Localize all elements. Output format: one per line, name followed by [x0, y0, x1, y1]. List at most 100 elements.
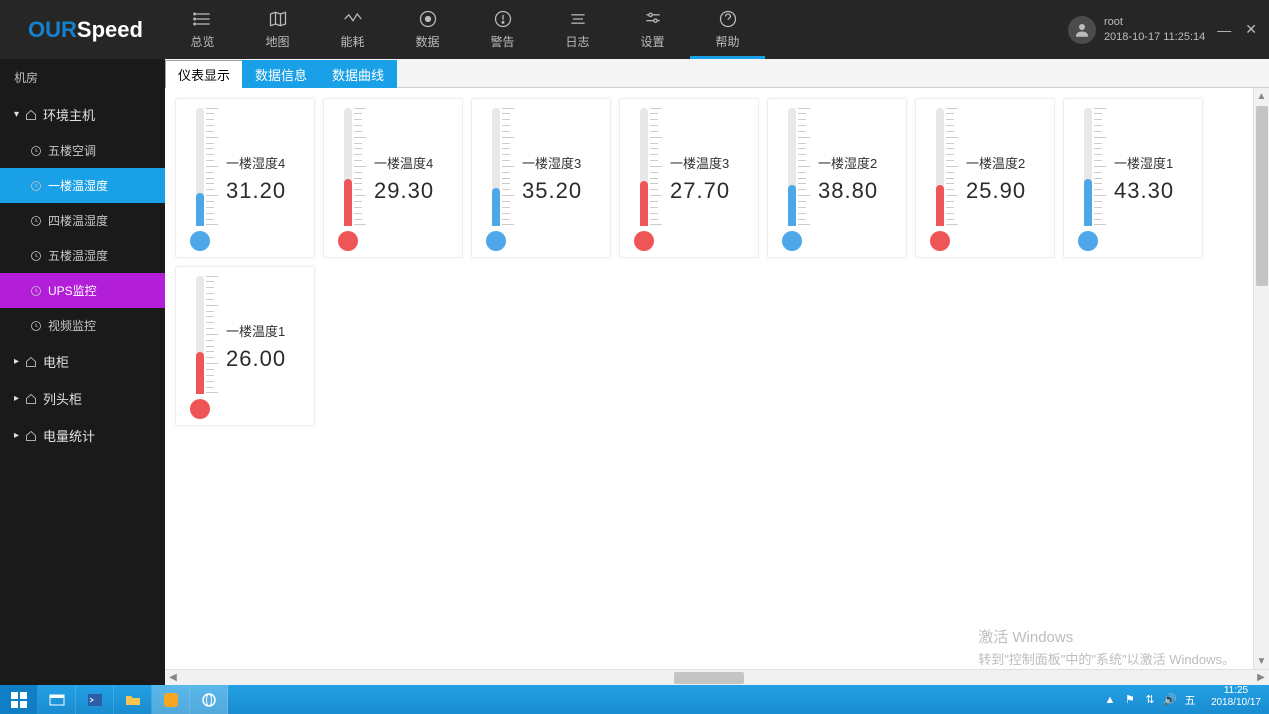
- nav-data[interactable]: 数据: [390, 0, 465, 59]
- tray-icon[interactable]: ▲: [1103, 693, 1117, 707]
- clock-icon: [30, 145, 42, 157]
- top-nav: 总览地图 能耗 数据 警告日志 设置 帮助: [165, 0, 765, 59]
- gauge-label: 一楼温度4: [374, 153, 456, 172]
- taskbar-clock[interactable]: 11:25 2018/10/17: [1203, 685, 1269, 714]
- logo-part1: OUR: [28, 17, 77, 43]
- top-bar: OURSpeed 总览地图 能耗 数据 警告日志 设置 帮助 root 2018-10-1…: [0, 0, 1269, 59]
- nav-label: 地图: [265, 33, 289, 50]
- sidebar-group[interactable]: ▸电柜: [0, 343, 165, 380]
- sidebar-group[interactable]: ▸ 电量统计: [0, 417, 165, 454]
- scroll-up-icon[interactable]: ▲: [1257, 88, 1267, 104]
- home-icon: [25, 430, 37, 442]
- gauge-card: 一楼湿度431.20: [175, 98, 315, 258]
- hscroll-track[interactable]: [181, 670, 1253, 685]
- gauge-card: 一楼温度225.90: [915, 98, 1055, 258]
- watermark-line1: 激活 Windows: [978, 627, 1235, 650]
- alarm-icon: [493, 9, 513, 29]
- gauge-card: 一楼温度429.30: [323, 98, 463, 258]
- sidebar: 机房 ▾环境主机五楼空调一楼温湿度四楼温湿度五楼温湿度UPS监控视频监控▸电柜▸…: [0, 59, 165, 685]
- map-icon: [268, 9, 288, 29]
- nav-energy[interactable]: 能耗: [315, 0, 390, 59]
- sidebar-group[interactable]: ▸列头柜: [0, 380, 165, 417]
- sidebar-item-th4[interactable]: 四楼温湿度: [0, 203, 165, 238]
- taskbar-app-files[interactable]: [114, 685, 152, 714]
- thermometer-icon: [182, 106, 222, 251]
- clock-icon: [30, 250, 42, 262]
- minimize-button[interactable]: —: [1217, 21, 1231, 38]
- clock-icon: [30, 215, 42, 227]
- nav-label: 数据: [415, 33, 439, 50]
- gauge-card: 一楼温度126.00: [175, 266, 315, 426]
- nav-label: 能耗: [340, 33, 364, 50]
- vscroll-track[interactable]: [1254, 104, 1269, 653]
- nav-label: 设置: [640, 33, 664, 50]
- horizontal-scrollbar[interactable]: ◀ ▶: [165, 669, 1269, 685]
- windows-watermark: 激活 Windows 转到"控制面板"中的"系统"以激活 Windows。: [978, 627, 1235, 669]
- tab-gauge[interactable]: 仪表显示: [165, 60, 243, 88]
- taskbar-app-explorer[interactable]: [38, 685, 76, 714]
- sidebar-item-ups[interactable]: UPS监控: [0, 273, 165, 308]
- tray-sound-icon[interactable]: 🔊: [1163, 693, 1177, 707]
- nav-alarm[interactable]: 警告: [465, 0, 540, 59]
- taskbar-app-xampp[interactable]: [152, 685, 190, 714]
- nav-label: 日志: [565, 33, 589, 50]
- start-button[interactable]: [0, 685, 38, 714]
- nav-log[interactable]: 日志: [540, 0, 615, 59]
- clock-icon: [30, 180, 42, 192]
- nav-overview[interactable]: 总览: [165, 0, 240, 59]
- sidebar-item-label: 视频监控: [48, 317, 96, 334]
- user-box[interactable]: root 2018-10-17 11:25:14: [1068, 15, 1205, 44]
- gauge-card: 一楼湿度335.20: [471, 98, 611, 258]
- clock-icon: [30, 285, 42, 297]
- vertical-scrollbar[interactable]: ▲ ▼: [1253, 88, 1269, 669]
- tray-network-icon[interactable]: ⇅: [1143, 693, 1157, 707]
- user-name: root: [1104, 15, 1205, 29]
- sidebar-title: 机房: [0, 59, 165, 96]
- tray-flag-icon[interactable]: ⚑: [1123, 693, 1137, 707]
- taskbar-app-browser[interactable]: [190, 685, 228, 714]
- sidebar-item-th5[interactable]: 五楼温湿度: [0, 238, 165, 273]
- vscroll-thumb[interactable]: [1256, 106, 1268, 286]
- nav-settings[interactable]: 设置: [615, 0, 690, 59]
- windows-taskbar: ▲ ⚑ ⇅ 🔊 五 11:25 2018/10/17: [0, 685, 1269, 714]
- logo-part2: Speed: [77, 17, 143, 43]
- nav-map[interactable]: 地图: [240, 0, 315, 59]
- sidebar-item-label: UPS监控: [48, 282, 97, 299]
- scroll-right-icon[interactable]: ▶: [1253, 672, 1269, 683]
- sidebar-item-label: 四楼温湿度: [48, 212, 108, 229]
- help-icon: [718, 9, 738, 29]
- thermometer-icon: [1070, 106, 1110, 251]
- system-tray[interactable]: ▲ ⚑ ⇅ 🔊 五: [1097, 685, 1203, 714]
- sidebar-item-th1[interactable]: 一楼温湿度: [0, 168, 165, 203]
- gauge-value: 26.00: [226, 346, 308, 372]
- group-label: 列头柜: [43, 389, 82, 408]
- caret-icon: ▸: [14, 430, 19, 441]
- gauge-value: 27.70: [670, 178, 752, 204]
- log-icon: [568, 9, 588, 29]
- content-area: 一楼湿度431.20一楼温度429.30一楼湿度335.20一楼温度327.70…: [165, 88, 1269, 685]
- close-button[interactable]: ✕: [1245, 21, 1257, 38]
- hscroll-thumb[interactable]: [674, 672, 744, 684]
- group-label: 环境主机: [43, 105, 95, 124]
- sidebar-item-ac5[interactable]: 五楼空调: [0, 133, 165, 168]
- taskbar-app-terminal[interactable]: [76, 685, 114, 714]
- watermark-line2: 转到"控制面板"中的"系统"以激活 Windows。: [978, 650, 1235, 670]
- sidebar-item-video[interactable]: 视频监控: [0, 308, 165, 343]
- taskbar-date: 2018/10/17: [1211, 697, 1261, 709]
- gauge-label: 一楼湿度3: [522, 153, 604, 172]
- home-icon: [25, 109, 37, 121]
- thermometer-icon: [182, 274, 222, 419]
- home-icon: [25, 356, 37, 368]
- scroll-left-icon[interactable]: ◀: [165, 672, 181, 683]
- nav-help[interactable]: 帮助: [690, 0, 765, 59]
- sidebar-group[interactable]: ▾环境主机: [0, 96, 165, 133]
- settings-icon: [643, 9, 663, 29]
- thermometer-icon: [330, 106, 370, 251]
- tray-ime-icon[interactable]: 五: [1183, 693, 1197, 707]
- gauge-grid: 一楼湿度431.20一楼温度429.30一楼湿度335.20一楼温度327.70…: [175, 98, 1263, 426]
- tab-curve[interactable]: 数据曲线: [319, 60, 397, 88]
- tab-info[interactable]: 数据信息: [242, 60, 320, 88]
- scroll-down-icon[interactable]: ▼: [1257, 653, 1267, 669]
- group-label: 电量统计: [43, 426, 95, 445]
- gauge-value: 43.30: [1114, 178, 1196, 204]
